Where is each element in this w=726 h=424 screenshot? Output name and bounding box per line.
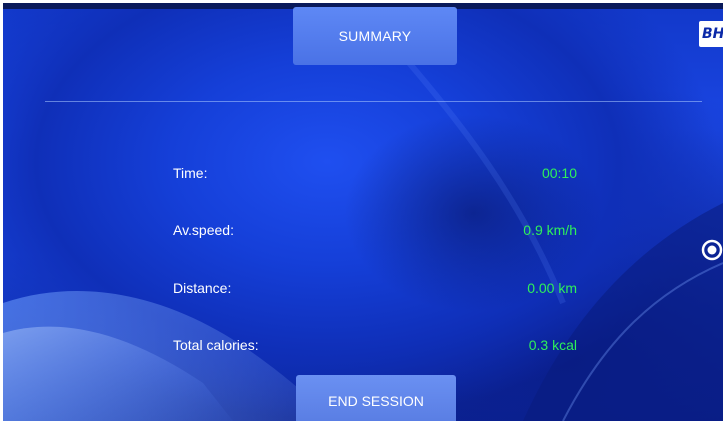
distance-label: Distance: [173, 280, 232, 296]
header-divider [45, 101, 702, 102]
brand-logo-text: BH [702, 26, 723, 42]
summary-screen: SUMMARY BH Time: 00:10 Av.speed: 0.9 km/… [3, 3, 723, 421]
background-swirl [3, 31, 723, 421]
time-label: Time: [173, 165, 208, 181]
end-session-label: END SESSION [328, 393, 424, 409]
total-calories-value: 0.3 kcal [528, 337, 577, 353]
end-session-button[interactable]: END SESSION [296, 375, 456, 421]
av-speed-label: Av.speed: [173, 222, 234, 238]
summary-button[interactable]: SUMMARY [293, 7, 457, 65]
total-calories-label: Total calories: [173, 337, 259, 353]
brand-logo: BH [699, 21, 723, 47]
radio-circle-icon[interactable] [701, 239, 723, 261]
av-speed-value: 0.9 km/h [523, 222, 577, 238]
distance-value: 0.00 km [527, 280, 577, 296]
time-value: 00:10 [541, 165, 577, 181]
summary-button-label: SUMMARY [338, 28, 412, 44]
